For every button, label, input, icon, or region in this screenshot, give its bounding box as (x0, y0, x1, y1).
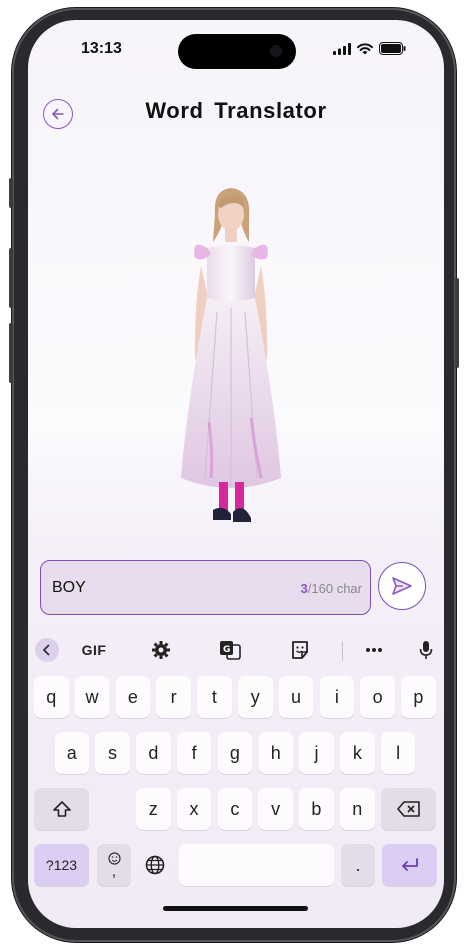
status-icons (333, 42, 406, 55)
key-t[interactable]: t (197, 676, 232, 718)
key-e[interactable]: e (115, 676, 151, 718)
word-input-value: BOY (52, 579, 86, 596)
key-c[interactable]: c (217, 788, 253, 830)
key-i[interactable]: i (319, 676, 355, 718)
key-g[interactable]: g (217, 732, 253, 774)
emoji-key[interactable]: , (97, 844, 131, 886)
char-count-unit: char (336, 581, 362, 596)
char-count-limit: /160 (307, 581, 334, 596)
more-options-button[interactable] (362, 638, 386, 662)
word-input[interactable]: BOY 3/160 char (40, 560, 371, 615)
gif-button[interactable]: GIF (78, 638, 110, 662)
dynamic-island (178, 34, 296, 69)
key-x[interactable]: x (176, 788, 212, 830)
gear-icon (152, 641, 170, 659)
avatar-figure (181, 188, 281, 522)
svg-text:G: G (223, 645, 230, 655)
enter-key[interactable] (382, 844, 437, 886)
signal-icon (333, 42, 351, 55)
home-indicator (163, 906, 308, 911)
key-l[interactable]: l (380, 732, 416, 774)
backspace-key[interactable] (381, 788, 436, 830)
key-h[interactable]: h (258, 732, 293, 774)
key-z[interactable]: z (136, 788, 171, 830)
key-o[interactable]: o (360, 676, 395, 718)
shift-icon (52, 801, 71, 817)
backspace-icon (396, 801, 420, 817)
more-icon (366, 648, 382, 652)
key-n[interactable]: n (340, 788, 375, 830)
volume-down-button (9, 323, 13, 383)
key-v[interactable]: v (258, 788, 293, 830)
chevron-left-icon (42, 644, 50, 656)
sticker-button[interactable] (288, 638, 312, 662)
shift-key[interactable] (34, 788, 89, 830)
key-j[interactable]: j (299, 732, 334, 774)
key-f[interactable]: f (176, 732, 212, 774)
send-icon (392, 577, 412, 595)
char-count-current: 3 (300, 581, 308, 596)
volume-up-button (9, 248, 13, 308)
symbols-key[interactable]: ?123 (34, 844, 89, 886)
send-button[interactable] (378, 562, 426, 610)
translate-icon: G (220, 641, 241, 660)
period-key[interactable]: . (341, 844, 375, 886)
keyboard-toolbar: GIF G (28, 630, 444, 670)
comma-label: , (111, 863, 117, 880)
action-button (9, 178, 13, 208)
enter-icon (401, 858, 418, 871)
key-u[interactable]: u (278, 676, 314, 718)
status-time: 13:13 (81, 40, 122, 57)
key-k[interactable]: k (340, 732, 375, 774)
microphone-icon (419, 641, 433, 659)
wifi-icon (357, 42, 373, 54)
sticker-icon (292, 641, 308, 659)
translate-button[interactable]: G (218, 638, 242, 662)
space-key[interactable] (179, 844, 334, 886)
key-d[interactable]: d (136, 732, 171, 774)
toolbar-divider (342, 641, 343, 661)
key-p[interactable]: p (401, 676, 436, 718)
key-y[interactable]: y (238, 676, 273, 718)
key-s[interactable]: s (95, 732, 130, 774)
char-counter: 3/160 char (301, 581, 362, 596)
settings-button[interactable] (149, 638, 173, 662)
key-b[interactable]: b (299, 788, 334, 830)
microphone-button[interactable] (414, 638, 438, 662)
key-w[interactable]: w (74, 676, 110, 718)
app-screen: 13:13 Word Translator BOY 3/160 char GIF… (28, 20, 444, 928)
battery-icon (379, 42, 406, 55)
key-a[interactable]: a (54, 732, 89, 774)
language-key[interactable] (138, 844, 172, 886)
globe-icon (145, 855, 165, 875)
key-q[interactable]: q (34, 676, 69, 718)
keyboard-collapse-button[interactable] (35, 638, 59, 662)
power-button (455, 278, 459, 368)
page-title: Word Translator (145, 98, 327, 123)
key-r[interactable]: r (156, 676, 191, 718)
